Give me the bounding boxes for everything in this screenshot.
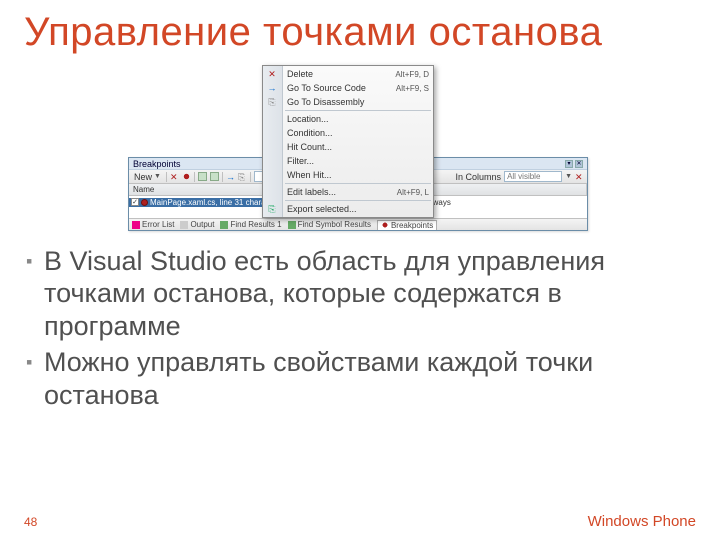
menu-hitcount[interactable]: Hit Count... xyxy=(263,140,433,154)
dropdown-icon[interactable]: ▾ xyxy=(565,160,573,168)
chevron-down-icon: ▼ xyxy=(154,173,161,180)
menu-location[interactable]: Location... xyxy=(263,112,433,126)
menu-filter[interactable]: Filter... xyxy=(263,154,433,168)
bullet-text: В Visual Studio есть область для управле… xyxy=(44,245,694,342)
context-menu: ✕ Delete Alt+F9, D → Go To Source Code A… xyxy=(262,65,434,218)
panel-title: Breakpoints xyxy=(133,159,181,169)
delete-all-icon[interactable]: ✕ xyxy=(170,172,179,181)
breakpoint-icon xyxy=(141,199,148,206)
slide-footer: 48 Windows Phone xyxy=(0,513,720,530)
tab-findresults[interactable]: Find Results 1 xyxy=(220,220,281,229)
menu-goto-disassembly[interactable]: ⎘ Go To Disassembly xyxy=(263,95,433,109)
tab-errorlist[interactable]: Error List xyxy=(132,220,174,229)
tab-breakpoints[interactable]: Breakpoints xyxy=(377,220,437,230)
bullet-text: Можно управлять свойствами каждой точки … xyxy=(44,346,694,411)
slide-title: Управление точками останова xyxy=(0,0,720,61)
menu-whenhit[interactable]: When Hit... xyxy=(263,168,433,182)
body-text: ▪ В Visual Studio есть область для управ… xyxy=(0,245,720,411)
delete-icon: ✕ xyxy=(266,68,278,80)
export-icon: ⎘ xyxy=(266,203,278,215)
page-number: 48 xyxy=(24,515,37,529)
brand-label: Windows Phone xyxy=(588,513,696,530)
tab-findsymbol[interactable]: Find Symbol Results xyxy=(288,220,371,229)
bullet-marker-icon: ▪ xyxy=(26,346,44,411)
menu-condition[interactable]: Condition... xyxy=(263,126,433,140)
goto-disasm-icon: ⎘ xyxy=(266,96,278,108)
menu-goto-source[interactable]: → Go To Source Code Alt+F9, S xyxy=(263,81,433,95)
bullet-item: ▪ Можно управлять свойствами каждой точк… xyxy=(26,346,694,411)
menu-delete[interactable]: ✕ Delete Alt+F9, D xyxy=(263,67,433,81)
menu-editlabels[interactable]: Edit labels... Alt+F9, L xyxy=(263,185,433,199)
tab-output[interactable]: Output xyxy=(180,220,214,229)
checkbox-icon[interactable]: ✓ xyxy=(131,198,139,206)
new-label: New xyxy=(134,172,152,182)
in-columns-label: In Columns xyxy=(456,172,502,182)
columns-input[interactable] xyxy=(504,171,562,182)
export-icon[interactable] xyxy=(198,172,207,181)
goto-disasm-icon[interactable]: ⎘ xyxy=(238,172,247,181)
toggle-icon[interactable] xyxy=(182,172,191,181)
vs-screenshot-area: Breakpoints ▾ ✕ New ▼ ✕ → ⎘ ▼ In Columns xyxy=(128,65,588,235)
bullet-marker-icon: ▪ xyxy=(26,245,44,342)
goto-source-icon: → xyxy=(266,82,278,94)
menu-export[interactable]: ⎘ Export selected... xyxy=(263,202,433,216)
import-icon[interactable] xyxy=(210,172,219,181)
goto-source-icon[interactable]: → xyxy=(226,172,235,181)
close-icon[interactable]: ✕ xyxy=(575,160,583,168)
bullet-item: ▪ В Visual Studio есть область для управ… xyxy=(26,245,694,342)
panel-footer-tabs: Error List Output Find Results 1 Find Sy… xyxy=(129,218,587,230)
new-button[interactable]: New ▼ xyxy=(132,172,163,182)
clear-search-icon[interactable]: ✕ xyxy=(575,172,584,181)
